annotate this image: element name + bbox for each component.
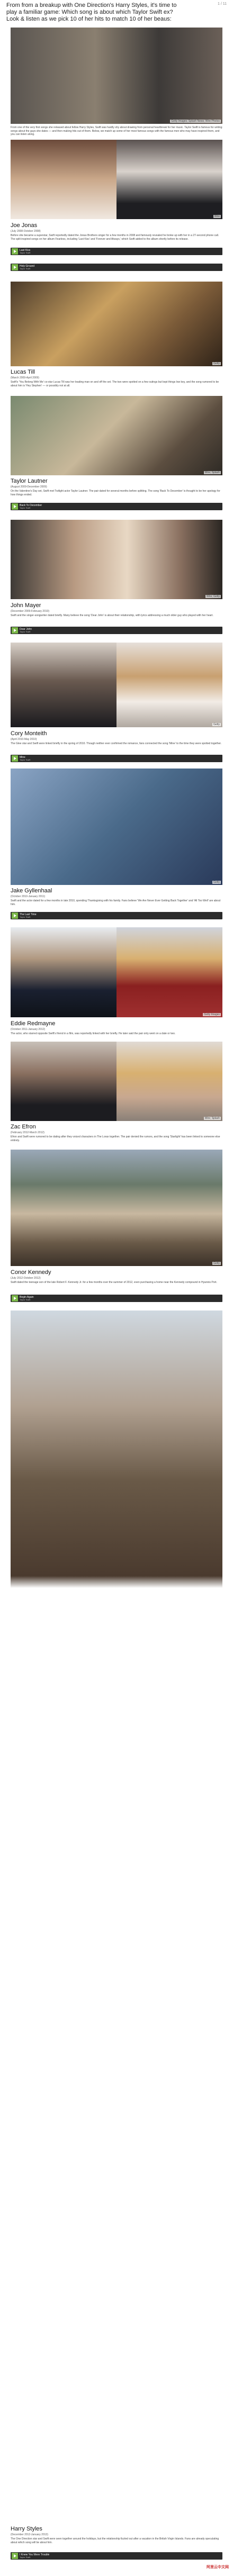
ex-name: Zac Efron [11, 1124, 36, 1130]
site-watermark-logo: 阿里云中文网 [207, 2565, 229, 2569]
ex-description: Swift dated the teenage son of the late … [11, 1281, 217, 1284]
ex-dates: (July 2012-October 2012) [11, 1277, 41, 1280]
ex-dates: (October 2011-January 2012) [11, 1028, 46, 1031]
photo-credit: Wire; Splash [203, 471, 221, 474]
song-player[interactable]: Dear John Taylor Swift [11, 627, 222, 634]
photo-taylor-lautner: Wire; Splash [11, 396, 222, 475]
ex-name: Joe Jonas [11, 222, 38, 229]
song-player[interactable]: Back To December Taylor Swift [11, 503, 222, 510]
ex-description: The Glee star and Swift were linked brie… [11, 742, 222, 745]
play-button[interactable] [12, 248, 18, 255]
play-icon [14, 250, 16, 253]
play-button[interactable] [12, 503, 18, 510]
ex-description: Swift and the singer-songwriter dated br… [11, 614, 213, 617]
ex-name: Harry Styles [11, 2526, 42, 2532]
ex-name: Eddie Redmayne [11, 1020, 56, 1027]
song-artist: Taylor Swift [20, 251, 31, 254]
ex-dates: (July 2008-October 2008) [11, 230, 41, 233]
play-button[interactable] [12, 264, 18, 270]
play-icon [14, 266, 16, 269]
slideshow-title: From from a breakup with One Direction's… [6, 2, 177, 22]
ex-description: Efron and Swift were rumored to be datin… [11, 1135, 220, 1142]
play-icon [14, 914, 16, 917]
photo-credit: Getty [212, 723, 221, 726]
play-button[interactable] [12, 627, 18, 634]
song-player[interactable]: Mine Taylor Swift [11, 755, 222, 762]
ex-name: Lucas Till [11, 369, 35, 375]
song-player[interactable]: Last Kiss Taylor Swift [11, 248, 222, 255]
song-player[interactable]: Begin Again Taylor Swift [11, 1295, 222, 1302]
intro-text: From one of the very first songs she rel… [11, 126, 222, 136]
photo-credit: Wire [213, 215, 221, 218]
ex-name: Conor Kennedy [11, 1269, 51, 1276]
photo-zac-efron: Wire; Splash [11, 1042, 222, 1121]
photo-credit: Getty Images [203, 1013, 221, 1016]
ex-description: Swift's 'You Belong With Me' co-star Luc… [11, 381, 219, 387]
ex-description: Swift and the actor dated for a few mont… [11, 899, 221, 906]
photo-credit: Getty [212, 881, 221, 884]
ex-dates: (February 2012-March 2012) [11, 1131, 44, 1134]
prev-arrow-icon[interactable]: ‹ [1, 176, 6, 183]
next-arrow-icon[interactable]: › [227, 176, 232, 183]
prev-arrow-icon[interactable]: ‹ [1, 681, 6, 688]
play-icon [14, 629, 16, 632]
photo-lucas-till: Getty [11, 282, 222, 366]
prev-arrow-icon[interactable]: ‹ [1, 1078, 6, 1085]
ex-name: Jake Gyllenhaal [11, 888, 52, 894]
song-artist: Taylor Swift [20, 1298, 31, 1301]
photo-credit: Wire; Getty [205, 595, 221, 598]
photo-jake-gyllenhaal: Getty [11, 769, 222, 885]
ex-description: The actor, who starred opposite Swift's … [11, 1032, 176, 1035]
ex-dates: (August 2009-December 2009) [11, 485, 47, 489]
song-player[interactable]: The Last Time Taylor Swift [11, 912, 222, 919]
play-icon [14, 2554, 16, 2557]
ex-name: John Mayer [11, 602, 41, 609]
ex-description: The One Direction star and Swift were se… [11, 2537, 219, 2544]
photo-eddie-redmayne: Getty Images [11, 927, 222, 1017]
ex-dates: (April 2010-May 2010) [11, 738, 37, 741]
photo-collage: Getty Images; Splash News; Wire Photos [11, 28, 222, 124]
photo-credit: Getty [212, 1262, 221, 1265]
song-artist: Taylor Swift [20, 630, 31, 633]
photo-john-mayer: Wire; Getty [11, 520, 222, 599]
photo-cory-monteith: Getty [11, 643, 222, 727]
photo-credit: Wire; Splash [203, 1117, 221, 1120]
next-arrow-icon[interactable]: › [227, 681, 232, 688]
ex-description: On the Valentine's Day set, Swift met Tw… [11, 490, 220, 496]
ex-name: Taylor Lautner [11, 478, 48, 484]
song-artist: Taylor Swift [20, 267, 31, 270]
play-button[interactable] [12, 755, 18, 762]
song-artist: Taylor Swift [20, 758, 31, 761]
play-icon [14, 757, 16, 760]
play-icon [14, 505, 16, 508]
photo-credit: Getty Images; Splash News; Wire Photos [170, 120, 221, 123]
play-button[interactable] [12, 2553, 18, 2559]
photo-joe-jonas: Wire [11, 140, 222, 219]
song-artist: Taylor Swift [20, 507, 31, 509]
song-artist: Taylor Swift [20, 2556, 31, 2559]
next-arrow-icon[interactable]: › [227, 1078, 232, 1085]
slideshow-page: From from a breakup with One Direction's… [0, 0, 233, 2576]
song-player[interactable]: I Knew You Were Trouble Taylor Swift [11, 2552, 222, 2560]
ex-name: Cory Monteith [11, 730, 47, 737]
photo-credit: Getty [212, 362, 221, 365]
ex-dates: (October 2010-January 2011) [11, 895, 46, 898]
photo-conor-kennedy: Getty [11, 1150, 222, 1266]
play-button[interactable] [12, 912, 18, 919]
photo-harry-styles [11, 1310, 222, 2517]
play-button[interactable] [12, 1295, 18, 1301]
ex-description: Before she became a superstar, Swift rep… [11, 234, 219, 241]
ex-dates: (December 2012-January 2013) [11, 2533, 48, 2536]
play-icon [14, 1297, 16, 1300]
slide-counter: 1 / 11 [218, 2, 227, 6]
slideshow-header: From from a breakup with One Direction's… [6, 2, 227, 23]
song-artist: Taylor Swift [20, 916, 31, 918]
song-player[interactable]: Holy Ground Taylor Swift [11, 264, 222, 271]
ex-dates: (March 2009-April 2009) [11, 376, 39, 379]
ex-dates: (December 2009-February 2010) [11, 610, 50, 613]
